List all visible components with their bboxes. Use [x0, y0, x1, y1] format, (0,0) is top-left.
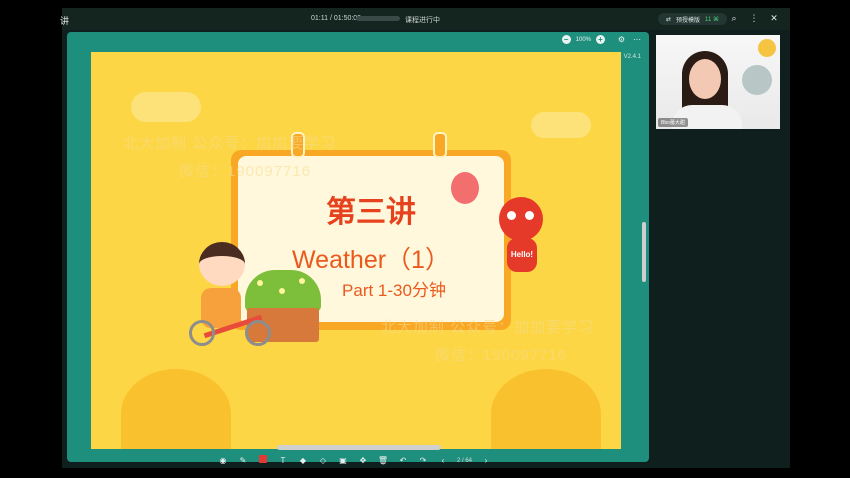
more-icon[interactable]: ⋮: [748, 12, 760, 24]
delete-icon[interactable]: 🗑: [377, 455, 389, 467]
zoom-in-button[interactable]: +: [596, 35, 605, 44]
prev-page-icon[interactable]: ‹: [437, 455, 449, 467]
flower-decoration: [299, 278, 305, 284]
watermark-text: 北大加制 公众号：加加要学习: [381, 319, 595, 336]
bush-decoration: [121, 369, 231, 449]
red-swatch-icon: [259, 455, 267, 463]
zoom-control: − 100% +: [561, 35, 605, 44]
settings-icon[interactable]: ⚙: [618, 35, 625, 44]
undo-icon[interactable]: ↶: [397, 455, 409, 467]
robot-body-illustration: Hello!: [507, 238, 537, 272]
drawing-toolbar: ◉ ✎ T ◆ ◇ ▣ ✥ 🗑 ↶ ↷ ‹ 2 / 64 ›: [217, 453, 492, 469]
robot-toy-illustration: [742, 65, 772, 95]
shape-tool-icon[interactable]: ◆: [297, 455, 309, 467]
robot-eye: [507, 211, 516, 220]
text-tool-icon[interactable]: T: [277, 455, 289, 467]
template-icon: ⇄: [666, 16, 672, 23]
search-icon[interactable]: ⌕: [728, 12, 740, 24]
watermark-text: 微信：190097716: [435, 347, 568, 364]
app-title: 讲: [60, 16, 70, 26]
flower-decoration: [257, 280, 263, 286]
vertical-scrollbar[interactable]: [642, 222, 646, 282]
teacher-name: Bbo蕾大甜: [658, 118, 688, 127]
bush-decoration: [491, 369, 601, 449]
coin-icon: [758, 39, 776, 57]
move-icon[interactable]: ✥: [357, 455, 369, 467]
title-bar: 讲 01:11 / 01:50:00 课程进行中 ⇄ 预授模版 11 ⌘ ⌕ ⋮…: [60, 8, 790, 30]
balloon-illustration: [451, 172, 479, 204]
cloud-decoration: [131, 92, 201, 122]
watermark-text: 微信：190097716: [179, 163, 312, 180]
flower-decoration: [279, 288, 285, 294]
zoom-out-button[interactable]: −: [561, 35, 571, 44]
more-icon[interactable]: ⋯: [633, 35, 641, 44]
template-pill[interactable]: ⇄ 预授模版 11 ⌘: [658, 13, 727, 25]
cloud-decoration: [531, 112, 591, 138]
watermark-text: 北大加制 公众号：加加要学习: [123, 135, 337, 152]
robot-head-illustration: [499, 197, 543, 241]
template-value: 11 ⌘: [705, 16, 719, 23]
close-icon[interactable]: ✕: [768, 12, 780, 24]
class-status: 课程进行中: [405, 17, 440, 24]
class-progress-bar: [356, 16, 400, 21]
zoom-level: 100%: [575, 36, 591, 43]
image-tool-icon[interactable]: ▣: [337, 455, 349, 467]
girl-head-illustration: [199, 242, 245, 286]
next-page-icon[interactable]: ›: [480, 455, 492, 467]
lesson-slide: 第三讲 Weather（1） Part 1-30分钟 Hello! 北大加制 公…: [91, 52, 621, 449]
teacher-face: [689, 59, 721, 99]
page-indicator: 2 / 64: [457, 458, 473, 464]
redo-icon[interactable]: ↷: [417, 455, 429, 467]
horizontal-scrollbar[interactable]: [277, 445, 441, 450]
teacher-video[interactable]: Bbo蕾大甜: [656, 35, 780, 129]
pen-icon[interactable]: ✎: [237, 455, 249, 467]
eraser-icon[interactable]: ◇: [317, 455, 329, 467]
version-label: V2.4.1: [623, 54, 641, 60]
board-header: − 100% + ⚙ ⋯: [67, 32, 649, 50]
robot-eye: [525, 211, 534, 220]
bike-wheel: [245, 320, 271, 346]
card-ring: [433, 132, 447, 158]
whiteboard-panel: − 100% + ⚙ ⋯ V2.4.1 第三讲 Weather（1） Part …: [67, 32, 649, 462]
record-icon[interactable]: ◉: [217, 455, 229, 467]
color-picker[interactable]: [257, 455, 269, 467]
template-label: 预授模版: [676, 17, 701, 24]
bike-wheel: [189, 320, 215, 346]
class-timer: 01:11 / 01:50:00: [311, 15, 362, 22]
